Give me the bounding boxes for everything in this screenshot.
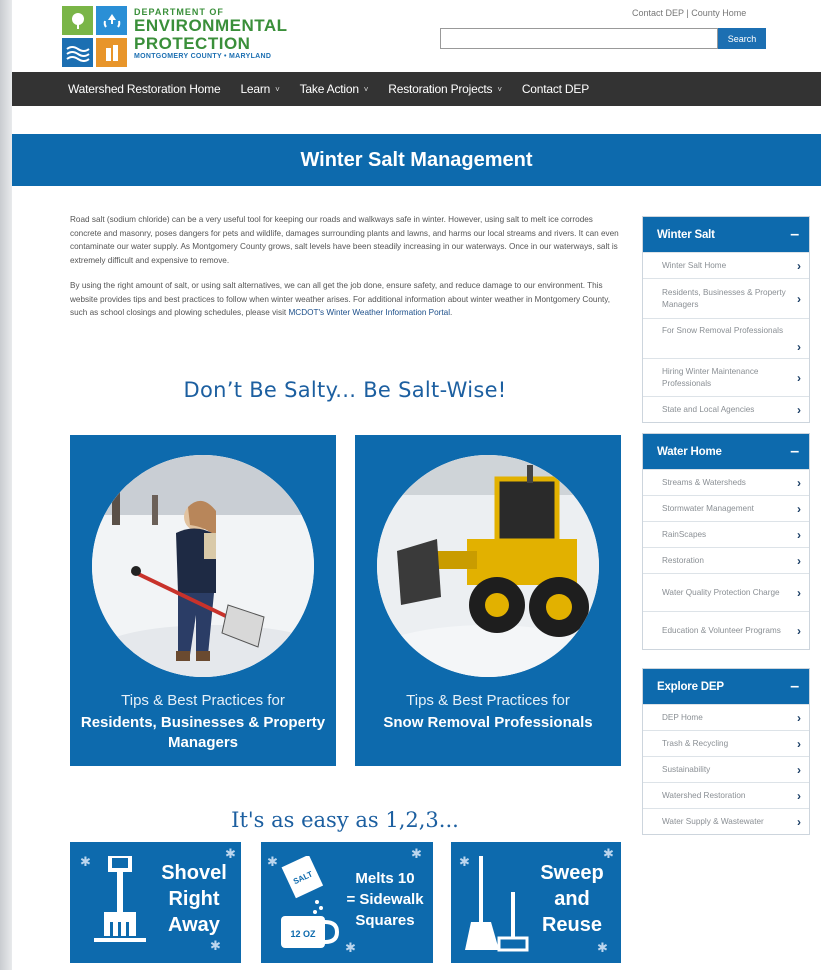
broom-icon: [465, 856, 529, 952]
sidebar-header[interactable]: Winter Salt –: [643, 217, 809, 252]
chevron-right-icon: ›: [797, 736, 801, 751]
sidebar-header[interactable]: Water Home –: [643, 434, 809, 469]
water-waves-icon: [62, 38, 93, 67]
dep-logo[interactable]: DEPARTMENT OF ENVIRONMENTAL PROTECTION M…: [62, 6, 322, 68]
sidebar-item-state-local[interactable]: State and Local Agencies ›: [643, 396, 809, 422]
intro-paragraph-1: Road salt (sodium chloride) can be a ver…: [70, 215, 619, 265]
intro-paragraph-2: By using the right amount of salt, or us…: [70, 281, 611, 317]
step-text: Shovel Right Away: [161, 862, 227, 936]
chevron-right-icon: ›: [797, 585, 801, 600]
sidebar-explore-dep: Explore DEP – DEP Home › Trash & Recyclin…: [642, 668, 810, 835]
sidebar-item-trash[interactable]: Trash & Recycling ›: [643, 730, 809, 756]
chevron-right-icon: ›: [797, 340, 801, 355]
shovel-icon: [94, 856, 146, 942]
chevron-right-icon: ›: [797, 553, 801, 568]
site-header: DEPARTMENT OF ENVIRONMENTAL PROTECTION M…: [12, 0, 821, 72]
intro-text: Road salt (sodium chloride) can be a ver…: [70, 213, 620, 332]
chevron-right-icon: ›: [797, 258, 801, 273]
chevron-right-icon: ›: [797, 814, 801, 829]
snow-plow-image: [377, 455, 599, 677]
sidebar-item-rainscapes[interactable]: RainScapes ›: [643, 521, 809, 547]
nav-item-watershed-home[interactable]: Watershed Restoration Home: [68, 82, 221, 96]
building-icon: [96, 38, 127, 67]
page-title-banner: Winter Salt Management: [12, 134, 821, 186]
page-title: Winter Salt Management: [300, 148, 533, 171]
card-title: Snow Removal Professionals: [383, 714, 593, 731]
snowflake-icon: ✱: [210, 938, 221, 953]
chevron-down-icon: ˅: [275, 84, 280, 94]
collapse-icon[interactable]: –: [790, 678, 799, 696]
collapse-icon[interactable]: –: [790, 226, 799, 244]
sidebar-item-stormwater[interactable]: Stormwater Management ›: [643, 495, 809, 521]
nav-label: Contact DEP: [521, 82, 589, 96]
sidebar-item-snow-removal[interactable]: For Snow Removal Professionals ›: [643, 318, 809, 358]
chevron-right-icon: ›: [797, 402, 801, 417]
main-nav: Watershed Restoration Home Learn ˅ Take A…: [12, 72, 821, 106]
nav-item-learn[interactable]: Learn ˅: [240, 82, 279, 96]
nav-label: Restoration Projects: [388, 82, 493, 96]
nav-label: Take Action: [299, 82, 359, 96]
step-salt-measure-tile[interactable]: ✱ ✱ ✱ SALT 12 OZ Melts 10 = Sidewalk Squ…: [261, 842, 433, 963]
chevron-right-icon: ›: [797, 788, 801, 803]
sidebar-item-watershed[interactable]: Watershed Restoration ›: [643, 782, 809, 808]
sidebar-item-water-supply[interactable]: Water Supply & Wastewater ›: [643, 808, 809, 834]
nav-item-contact-dep[interactable]: Contact DEP: [522, 82, 589, 96]
nav-label: Watershed Restoration Home: [68, 82, 221, 96]
snow-removal-card[interactable]: Tips & Best Practices for Snow Removal P…: [355, 435, 621, 766]
logo-text: DEPARTMENT OF ENVIRONMENTAL PROTECTION M…: [134, 7, 288, 62]
sidebar-item-restoration[interactable]: Restoration ›: [643, 547, 809, 573]
snowflake-icon: ✱: [597, 940, 608, 955]
sidebar-item-streams[interactable]: Streams & Watersheds ›: [643, 469, 809, 495]
sidebar-item-winter-salt-home[interactable]: Winter Salt Home ›: [643, 252, 809, 278]
mcdot-portal-link[interactable]: MCDOT's Winter Weather Information Porta…: [288, 308, 450, 317]
chevron-down-icon: ˅: [497, 84, 502, 94]
chevron-right-icon: ›: [797, 527, 801, 542]
sidebar-winter-salt: Winter Salt – Winter Salt Home › Resident…: [642, 216, 810, 423]
logo-line-4: MONTGOMERY COUNTY • MARYLAND: [134, 53, 272, 60]
svg-text:12 OZ: 12 OZ: [290, 929, 316, 939]
snowflake-icon: ✱: [411, 846, 422, 861]
tagline-heading: Don’t Be Salty... Be Salt-Wise!: [183, 378, 507, 402]
residents-card[interactable]: Tips & Best Practices for Residents, Bus…: [70, 435, 336, 766]
sidebar-item-sustainability[interactable]: Sustainability ›: [643, 756, 809, 782]
nav-item-restoration-projects[interactable]: Restoration Projects ˅: [388, 82, 502, 96]
chevron-right-icon: ›: [797, 710, 801, 725]
person-shoveling-image: [92, 455, 314, 677]
search-input[interactable]: [440, 28, 718, 49]
chevron-down-icon: ˅: [363, 84, 369, 94]
card-subtitle: Tips & Best Practices for: [406, 692, 570, 709]
tree-icon: [62, 6, 93, 35]
logo-tiles: [62, 6, 128, 68]
step-shovel-tile[interactable]: ✱ ✱ ✱ Shovel Right Away: [70, 842, 241, 963]
step-sweep-tile[interactable]: ✱ ✱ ✱ Sweep and Reuse: [451, 842, 621, 963]
collapse-icon[interactable]: –: [790, 443, 799, 461]
easy-steps-heading: It's as easy as 1,2,3...: [231, 808, 459, 832]
chevron-right-icon: ›: [797, 370, 801, 385]
sidebar-item-water-quality[interactable]: Water Quality Protection Charge ›: [643, 573, 809, 611]
nav-item-take-action[interactable]: Take Action ˅: [300, 82, 369, 96]
step-text: Sweep and Reuse: [540, 862, 604, 936]
sidebar-header[interactable]: Explore DEP –: [643, 669, 809, 704]
nav-label: Learn: [240, 82, 271, 96]
sidebar-item-education[interactable]: Education & Volunteer Programs ›: [643, 611, 809, 649]
logo-line-3: PROTECTION: [134, 34, 251, 53]
utility-links[interactable]: Contact DEP | County Home: [632, 8, 746, 18]
chevron-right-icon: ›: [797, 762, 801, 777]
sidebar-item-dep-home[interactable]: DEP Home ›: [643, 704, 809, 730]
recycle-icon: [96, 6, 127, 35]
page: DEPARTMENT OF ENVIRONMENTAL PROTECTION M…: [12, 0, 821, 970]
step-text: Melts 10 = Sidewalk Squares: [346, 870, 424, 929]
card-title: Residents, Businesses & Property Manager…: [80, 714, 326, 751]
logo-line-2: ENVIRONMENTAL: [134, 16, 288, 35]
chevron-right-icon: ›: [797, 291, 801, 306]
sidebar-water-home: Water Home – Streams & Watersheds › Storm…: [642, 433, 810, 650]
search-button[interactable]: Search: [718, 28, 766, 49]
sidebar-item-residents[interactable]: Residents, Businesses & Property Manager…: [643, 278, 809, 318]
chevron-right-icon: ›: [797, 501, 801, 516]
chevron-right-icon: ›: [797, 475, 801, 490]
sidebar-item-hiring[interactable]: Hiring Winter Maintenance Professionals ›: [643, 358, 809, 396]
chevron-right-icon: ›: [797, 623, 801, 638]
card-subtitle: Tips & Best Practices for: [121, 692, 285, 709]
